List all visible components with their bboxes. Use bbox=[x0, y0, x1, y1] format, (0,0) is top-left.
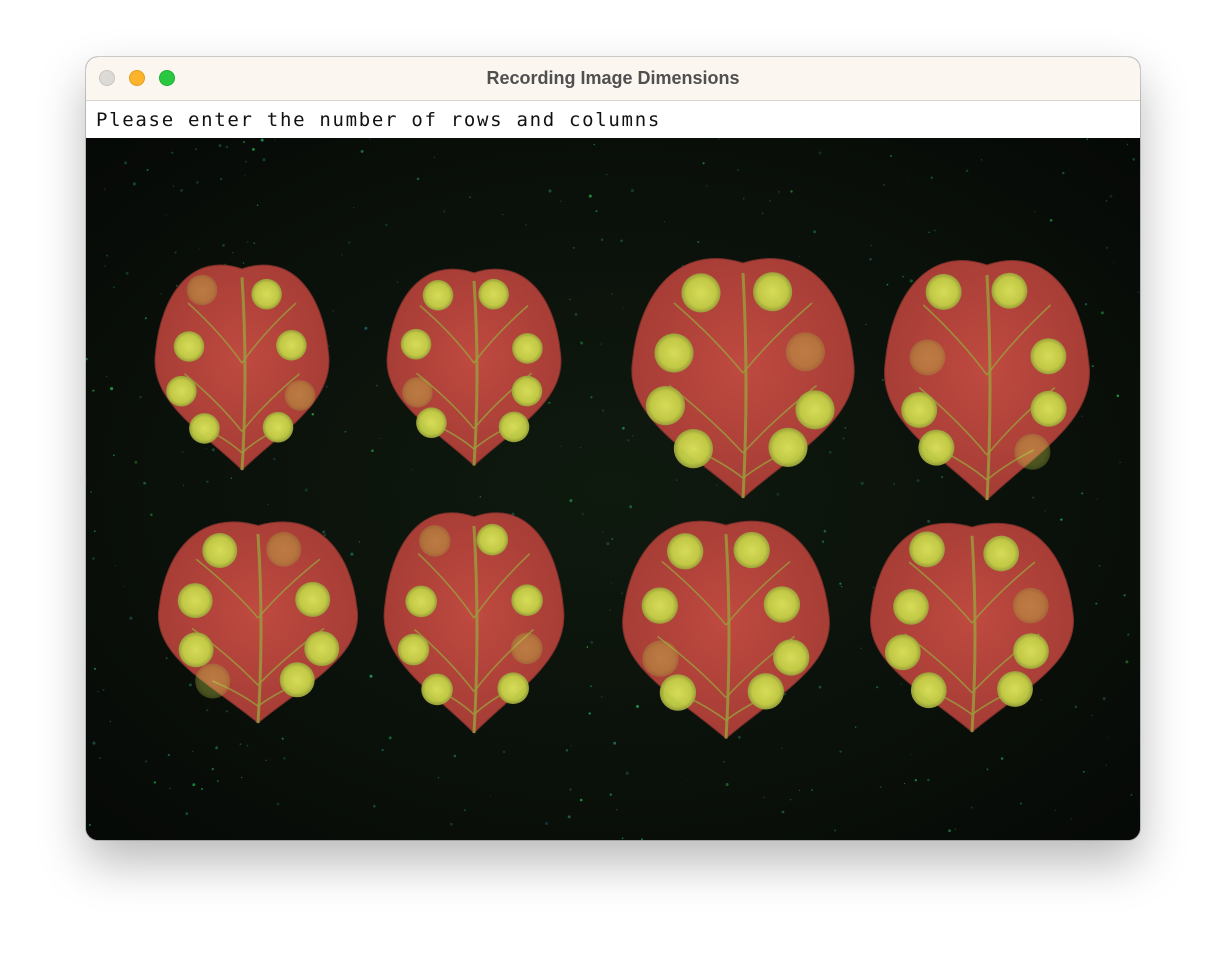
leaves-group bbox=[154, 258, 1091, 740]
leaf-spot bbox=[1030, 390, 1067, 427]
leaf-spot bbox=[421, 673, 453, 706]
leaf-spot bbox=[983, 535, 1020, 572]
leaf-spot bbox=[673, 429, 714, 469]
leaf-spot bbox=[202, 533, 238, 568]
leaf-spot bbox=[901, 392, 938, 428]
leaf bbox=[386, 268, 562, 467]
leaf-spot bbox=[681, 273, 721, 313]
leaf bbox=[883, 260, 1091, 501]
leaf-spot bbox=[195, 663, 231, 699]
leaf-spot bbox=[654, 333, 694, 373]
leaf-spot bbox=[276, 330, 307, 361]
leaf-spot bbox=[659, 674, 697, 711]
leaf-spot bbox=[402, 377, 433, 408]
leaf-spot bbox=[284, 380, 316, 411]
leaf-spot bbox=[279, 662, 315, 698]
leaf-spot bbox=[419, 525, 451, 557]
prompt-text: Please enter the number of rows and colu… bbox=[96, 109, 661, 131]
leaf-spot bbox=[884, 634, 921, 671]
leaf-image[interactable] bbox=[86, 138, 1140, 840]
leaf bbox=[631, 258, 855, 499]
title-bar[interactable]: Recording Image Dimensions bbox=[86, 57, 1140, 101]
leaf-spot bbox=[1012, 587, 1049, 624]
leaf-spot bbox=[642, 640, 679, 677]
leaf-spot bbox=[763, 586, 801, 623]
leaf bbox=[157, 521, 359, 724]
leaf-spot bbox=[476, 523, 509, 556]
leaf-spot bbox=[304, 631, 340, 667]
prompt-bar: Please enter the number of rows and colu… bbox=[86, 101, 1140, 138]
leaf-spot bbox=[511, 584, 543, 616]
leaf-spot bbox=[925, 273, 962, 310]
leaf-spot bbox=[785, 332, 826, 372]
leaf-spot bbox=[400, 328, 432, 360]
leaf-spot bbox=[295, 581, 331, 617]
leaf-spot bbox=[478, 278, 509, 310]
leaf-spot bbox=[733, 531, 770, 569]
leaf-spot bbox=[397, 633, 430, 666]
leaf-spot bbox=[189, 413, 220, 444]
leaf-spot bbox=[512, 333, 543, 364]
leaf-spot bbox=[747, 673, 784, 710]
leaf-spot bbox=[178, 632, 214, 668]
leaf-spot bbox=[893, 588, 929, 625]
window-title: Recording Image Dimensions bbox=[486, 68, 740, 88]
app-window: Recording Image Dimensions Please enter … bbox=[86, 57, 1140, 840]
leaf-spot bbox=[166, 375, 197, 407]
leaf-spot bbox=[910, 672, 947, 709]
leaf-spot bbox=[918, 429, 955, 466]
leaf bbox=[869, 522, 1075, 733]
leaf-spot bbox=[416, 407, 447, 439]
leaf-image-canvas bbox=[86, 138, 1140, 840]
leaf-spot bbox=[773, 639, 810, 676]
leaf-spot bbox=[405, 585, 438, 618]
leaf-spot bbox=[795, 390, 835, 430]
leaf-spot bbox=[991, 272, 1028, 309]
leaf-spot bbox=[909, 531, 945, 568]
leaf-spot bbox=[177, 583, 213, 619]
leaf-spot bbox=[498, 411, 530, 443]
leaf-spot bbox=[641, 587, 678, 624]
leaf-spot bbox=[511, 632, 543, 665]
leaf-spot bbox=[173, 331, 205, 362]
leaf-spot bbox=[186, 274, 218, 306]
leaf bbox=[154, 264, 330, 471]
leaf bbox=[622, 520, 830, 740]
leaf-spot bbox=[1030, 338, 1067, 375]
leaf-spot bbox=[251, 278, 282, 310]
leaf-spot bbox=[266, 531, 302, 567]
leaf-spot bbox=[997, 671, 1033, 707]
leaf-spot bbox=[645, 386, 686, 426]
leaf-spot bbox=[422, 280, 454, 311]
leaf-spot bbox=[768, 427, 808, 467]
leaf-spot bbox=[667, 533, 704, 570]
leaf-spot bbox=[753, 272, 793, 312]
leaf-spot bbox=[1013, 633, 1049, 669]
leaf-spot bbox=[1014, 433, 1051, 470]
leaf bbox=[383, 512, 565, 734]
leaf-spot bbox=[497, 672, 529, 704]
leaf-spot bbox=[909, 339, 946, 376]
leaf-spot bbox=[262, 411, 294, 443]
leaf-spot bbox=[511, 375, 543, 407]
